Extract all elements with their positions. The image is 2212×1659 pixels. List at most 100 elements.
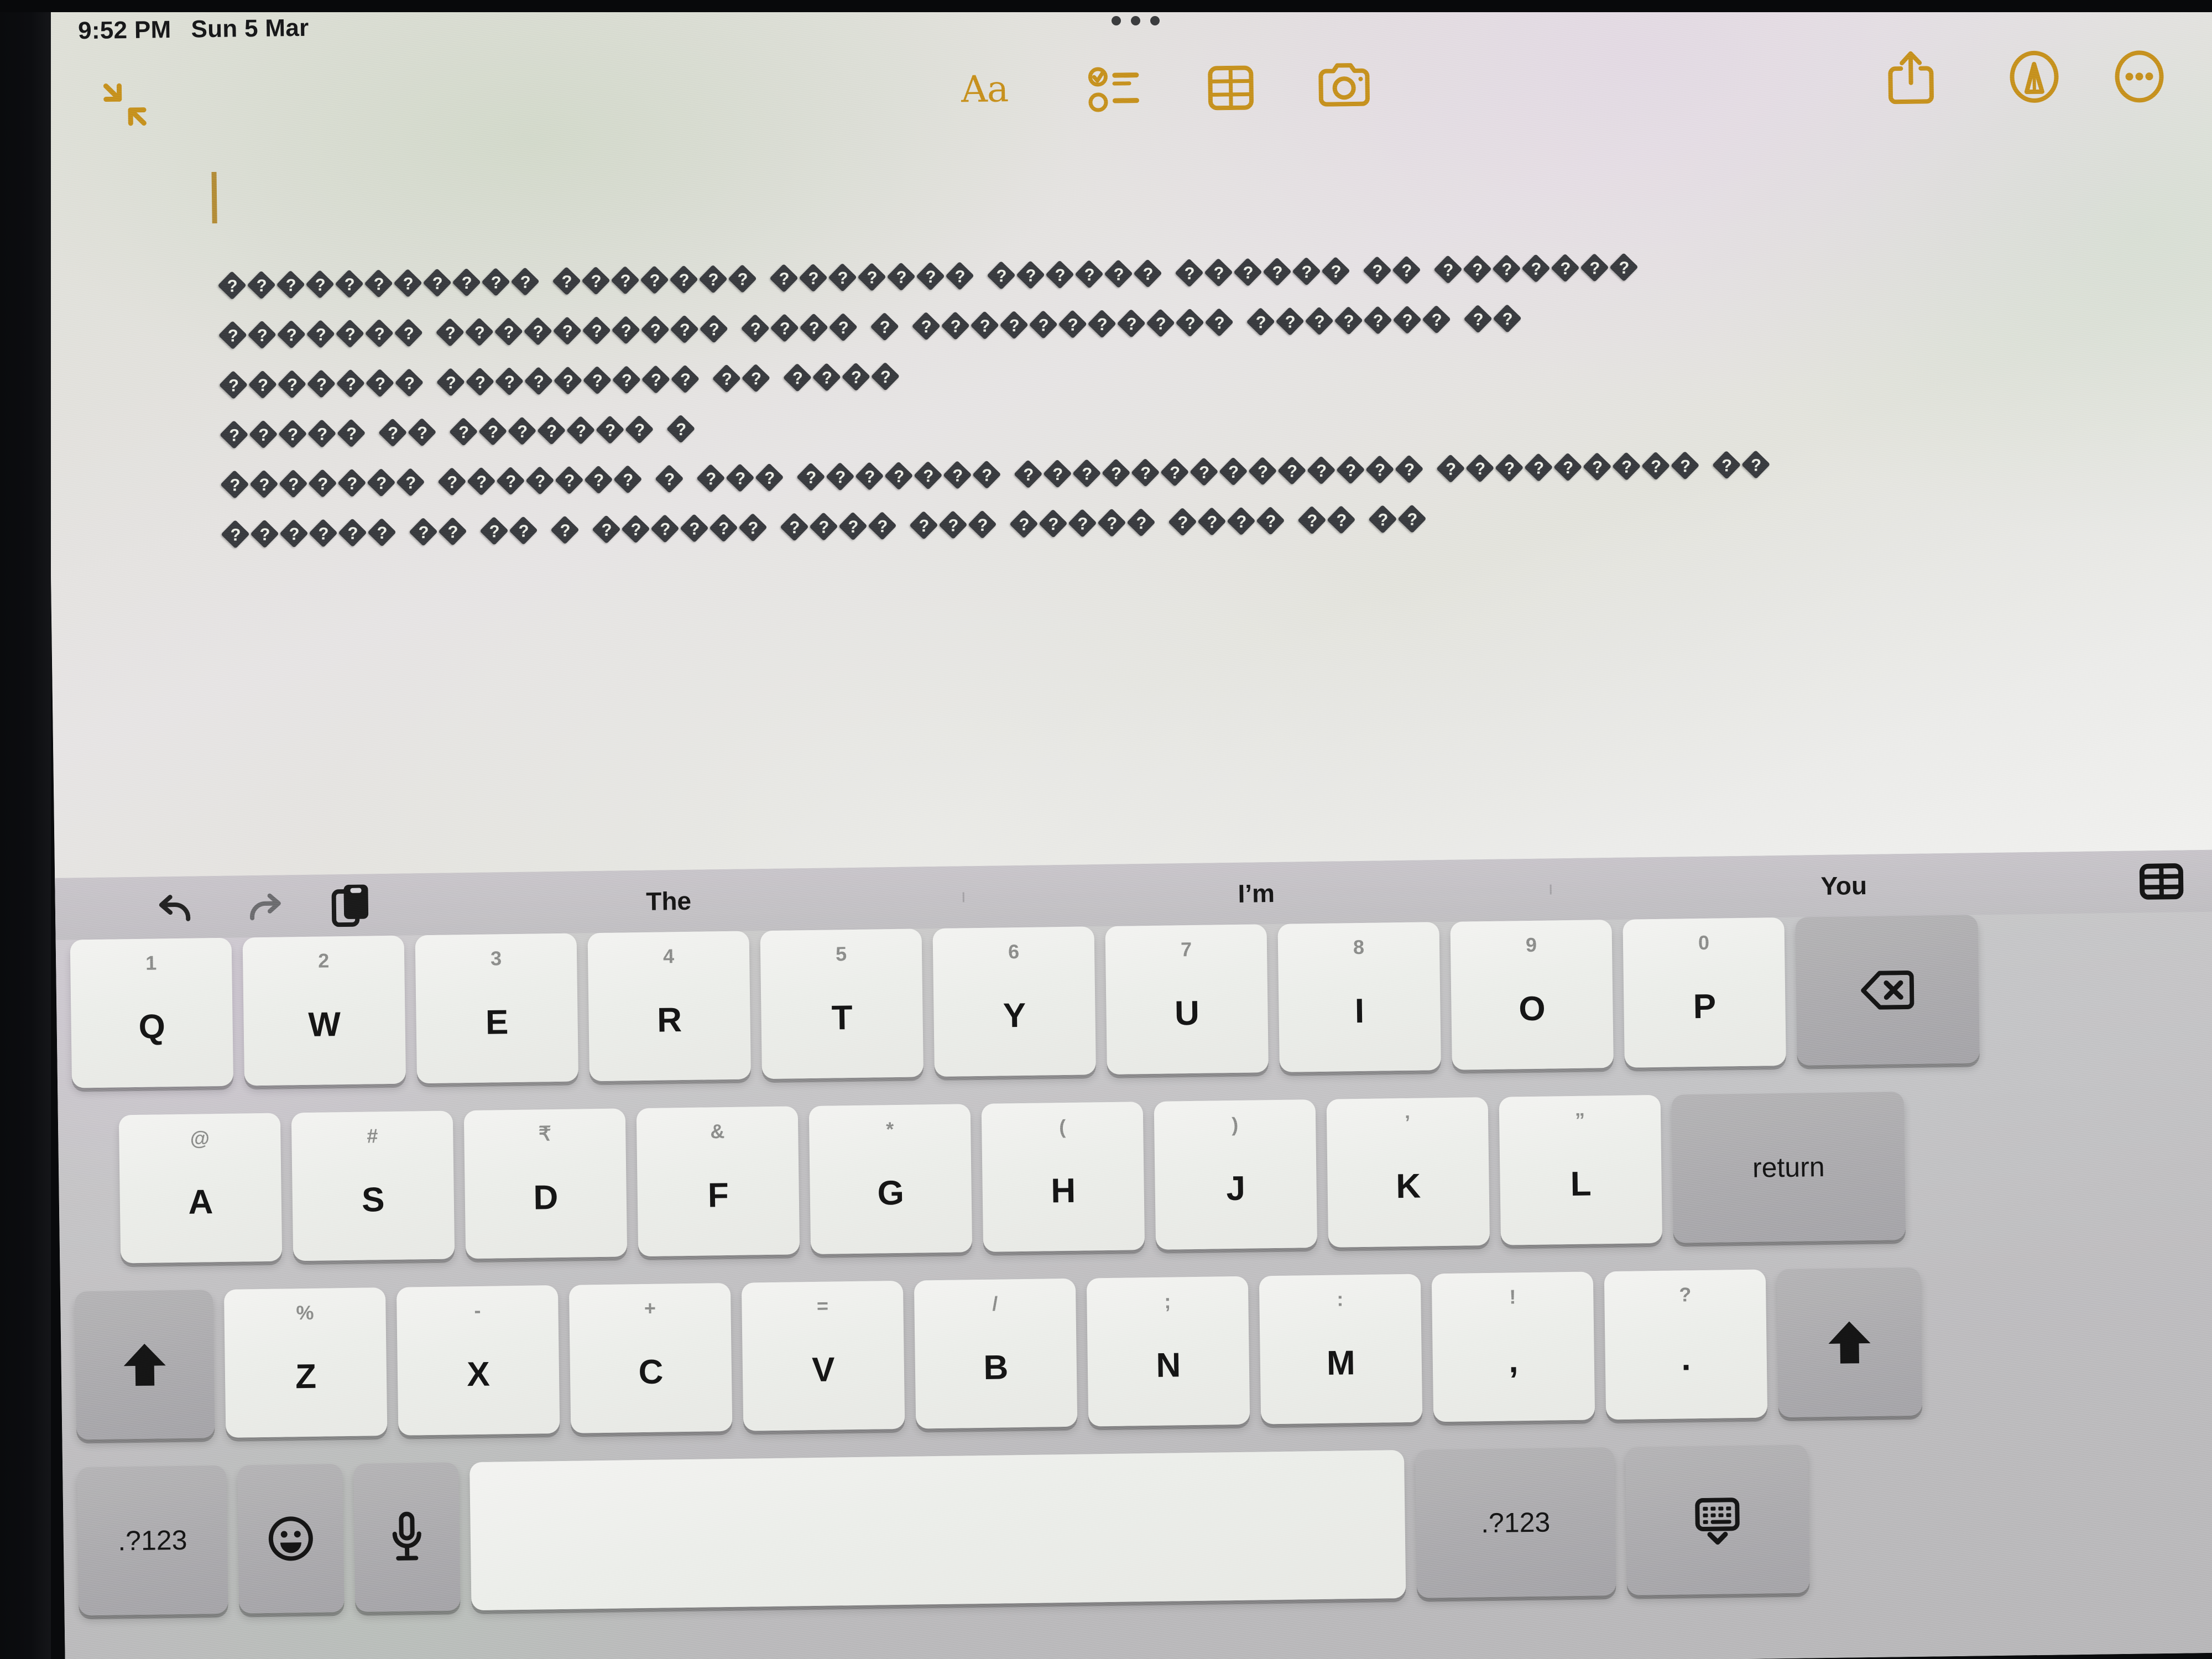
key-e[interactable]: 3E: [415, 933, 579, 1084]
unrendered-glyph: ?: [870, 312, 899, 342]
key-alt-label: #: [367, 1124, 378, 1147]
more-ellipsis-icon[interactable]: [2107, 44, 2171, 108]
undo-icon[interactable]: [152, 883, 200, 931]
key-a[interactable]: @ A: [118, 1113, 283, 1264]
unrendered-glyph: ?: [741, 363, 771, 393]
key-comma[interactable]: !,: [1431, 1271, 1595, 1422]
key-v[interactable]: = V: [741, 1280, 905, 1431]
unrendered-glyph: ?: [916, 262, 945, 291]
key-o[interactable]: 9O: [1450, 920, 1614, 1070]
key-c[interactable]: + C: [568, 1282, 733, 1433]
key-j[interactable]: ) J: [1154, 1099, 1318, 1250]
unrendered-glyph: ?: [1190, 457, 1219, 487]
keyboard-row-3: % Z - X + C = V / B; N: M!,?.: [60, 1263, 2212, 1440]
unrendered-glyph: ?: [828, 312, 858, 342]
key-h[interactable]: (H: [981, 1102, 1145, 1252]
shift-key-right[interactable]: [1776, 1267, 1923, 1418]
key-main-label: .: [1681, 1339, 1691, 1378]
unrendered-glyph: ?: [1074, 259, 1104, 289]
unrendered-glyph: ?: [306, 369, 336, 399]
key-p[interactable]: 0P: [1623, 917, 1786, 1068]
key-main-label: M: [1326, 1344, 1356, 1383]
backspace-key[interactable]: [1795, 915, 1980, 1066]
unrendered-glyph: ?: [1246, 307, 1275, 337]
prediction-slot-3[interactable]: You: [1550, 867, 2138, 905]
unrendered-glyph: ?: [1262, 257, 1292, 287]
collapse-arrows-icon[interactable]: [94, 74, 155, 135]
key-l[interactable]: ” L: [1499, 1094, 1663, 1245]
unrendered-glyph: ?: [709, 513, 738, 543]
markup-pencil-icon[interactable]: [2002, 44, 2066, 108]
unrendered-glyph: ?: [247, 320, 277, 350]
unrendered-glyph: ?: [552, 316, 582, 346]
key-s[interactable]: # S: [291, 1110, 455, 1261]
unrendered-glyph: ?: [1521, 254, 1551, 283]
unrendered-glyph: ?: [770, 313, 799, 343]
key-main-label: ,: [1508, 1342, 1519, 1380]
key-g[interactable]: * G: [808, 1104, 973, 1255]
redo-icon[interactable]: [239, 882, 288, 930]
table-icon[interactable]: [1200, 57, 1261, 118]
key-d[interactable]: ₹ D: [463, 1108, 628, 1259]
key-main-label: N: [1156, 1346, 1181, 1385]
text-format-button[interactable]: Aa: [951, 58, 1018, 120]
table-icon[interactable]: [2137, 857, 2185, 905]
emoji-key[interactable]: [237, 1464, 345, 1614]
unrendered-glyph: ?: [336, 369, 366, 398]
unrendered-glyph: ?: [305, 269, 335, 299]
unrendered-glyph: ?: [552, 266, 581, 296]
key-y[interactable]: 6Y: [932, 926, 1096, 1077]
unrendered-glyph: ?: [394, 368, 424, 398]
key-t[interactable]: 5T: [760, 928, 924, 1079]
unrendered-glyph: ?: [968, 510, 997, 540]
key-u[interactable]: 7U: [1105, 924, 1269, 1074]
on-screen-keyboard: The I’m You A: [55, 849, 2212, 1659]
camera-icon[interactable]: [1311, 55, 1378, 117]
unrendered-glyph: ?: [1133, 259, 1162, 289]
numbers-key-right[interactable]: .?123: [1415, 1447, 1616, 1598]
key-main-label: H: [1050, 1171, 1076, 1211]
paste-clipboard-icon[interactable]: [327, 881, 375, 929]
key-b[interactable]: / B: [914, 1278, 1078, 1429]
key-period[interactable]: ?.: [1604, 1269, 1768, 1420]
unrendered-glyph: ?: [799, 263, 828, 293]
unrendered-glyph: ?: [1580, 253, 1609, 283]
key-main-label: V: [811, 1350, 836, 1390]
dictation-key[interactable]: [353, 1462, 461, 1612]
return-key[interactable]: return: [1671, 1092, 1906, 1243]
key-main-label: I: [1354, 992, 1365, 1031]
unrendered-glyph: ?: [525, 466, 555, 495]
key-i[interactable]: 8I: [1277, 922, 1441, 1072]
unrendered-glyph: ?: [566, 415, 596, 445]
multitasking-dots-icon[interactable]: [1112, 13, 1172, 28]
key-n[interactable]: ; N: [1086, 1276, 1250, 1427]
key-x[interactable]: -X: [396, 1285, 560, 1436]
checklist-icon[interactable]: [1084, 59, 1145, 120]
unrendered-glyph: ?: [249, 420, 278, 450]
key-z[interactable]: % Z: [223, 1287, 388, 1438]
shift-arrow-icon: [121, 1340, 169, 1389]
numbers-key-left[interactable]: .?123: [77, 1465, 228, 1616]
text-caret: [211, 171, 217, 224]
key-alt-label: ?: [1679, 1283, 1692, 1306]
unrendered-glyph: ?: [1307, 456, 1336, 486]
unrendered-glyph: ?: [641, 364, 671, 394]
space-key[interactable]: [469, 1450, 1406, 1611]
unrendered-glyph: ?: [755, 463, 784, 493]
key-f[interactable]: & F: [636, 1106, 800, 1257]
key-k[interactable]: ’ K: [1326, 1097, 1490, 1248]
shift-key-left[interactable]: [74, 1290, 215, 1440]
unrendered-glyph: ?: [1671, 451, 1700, 481]
prediction-slot-2[interactable]: I’m: [962, 874, 1550, 912]
key-q[interactable]: 1Q: [70, 937, 234, 1088]
unrendered-glyph: ?: [1175, 308, 1204, 338]
unrendered-glyph: ?: [1463, 304, 1493, 334]
share-icon[interactable]: [1880, 44, 1942, 111]
key-r[interactable]: 4R: [587, 931, 752, 1082]
key-m[interactable]: :M: [1259, 1274, 1423, 1425]
key-w[interactable]: 2W: [242, 935, 406, 1086]
unrendered-glyph: ?: [465, 367, 495, 397]
prediction-slot-1[interactable]: The: [375, 882, 963, 920]
key-alt-label: -: [474, 1298, 481, 1322]
dismiss-keyboard-key[interactable]: [1625, 1444, 1810, 1595]
